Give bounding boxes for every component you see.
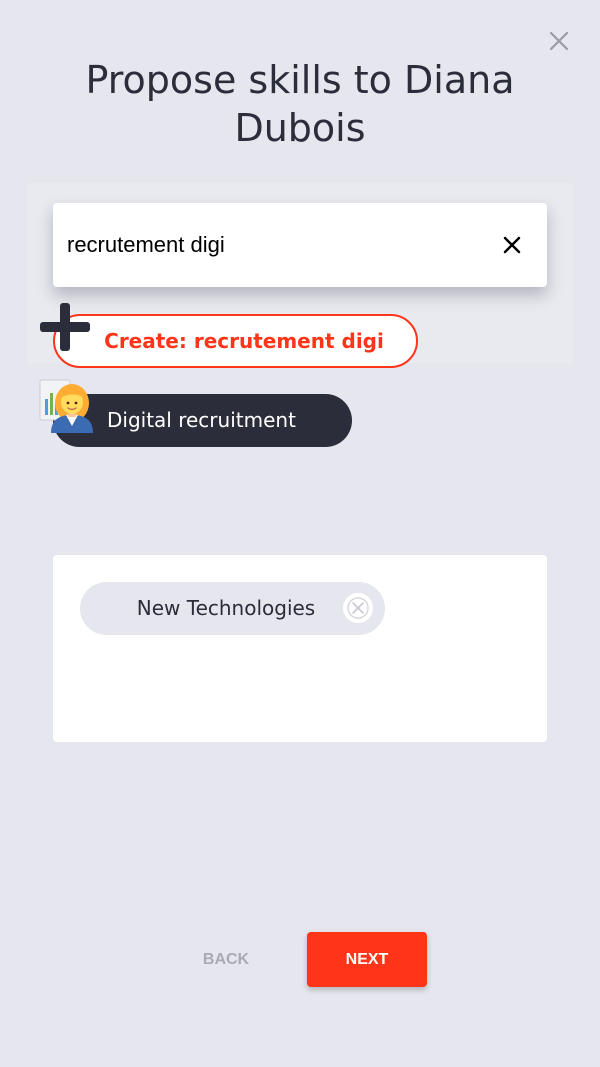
remove-skill-icon[interactable]	[343, 593, 373, 623]
selected-skills-panel: New Technologies	[53, 555, 547, 742]
clear-search-icon[interactable]	[499, 232, 525, 258]
plus-icon	[40, 303, 90, 351]
dialog-title: Propose skills to Diana Dubois	[85, 58, 515, 150]
selected-skill-chip: New Technologies	[80, 582, 385, 635]
create-skill-label: Create: recrutement digi	[104, 329, 384, 353]
back-button[interactable]: BACK	[178, 932, 274, 987]
next-button[interactable]: NEXT	[307, 932, 427, 987]
suggestion-item-digital-recruitment[interactable]: Digital recruitment	[53, 394, 352, 447]
search-box	[53, 203, 547, 287]
create-skill-button[interactable]: Create: recrutement digi	[53, 314, 418, 368]
suggestion-label: Digital recruitment	[107, 408, 296, 432]
woman-office-worker-icon	[39, 379, 93, 433]
selected-skill-label: New Technologies	[136, 596, 316, 620]
skill-search-input[interactable]	[67, 225, 477, 265]
close-dialog-icon[interactable]	[546, 28, 572, 54]
